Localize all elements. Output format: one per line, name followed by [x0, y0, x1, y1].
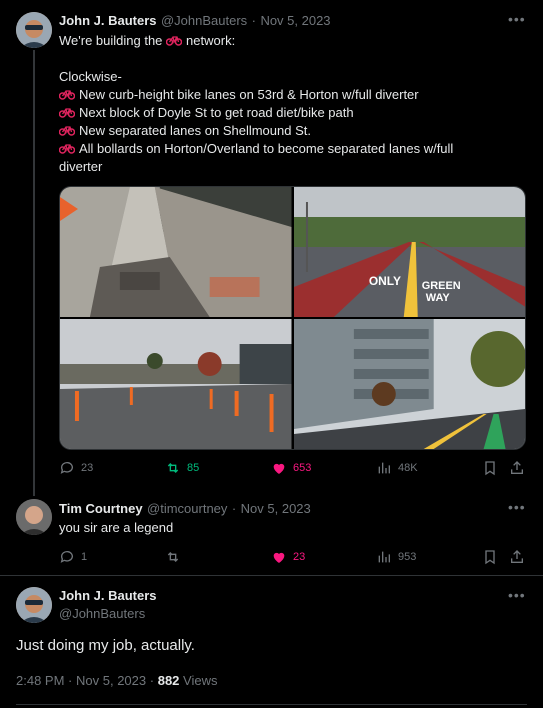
dot-separator: · — [68, 673, 73, 688]
street-marking: WAY — [425, 292, 450, 304]
author-handle[interactable]: @timcourtney — [147, 501, 227, 516]
tweet-date[interactable]: Nov 5, 2023 — [241, 501, 311, 516]
author-name[interactable]: Tim Courtney — [59, 501, 143, 516]
avatar-tim-courtney[interactable] — [16, 499, 52, 535]
like-button[interactable]: 23 — [271, 549, 305, 565]
like-icon — [273, 463, 285, 474]
reply-count: 23 — [81, 462, 94, 474]
photo-doyle-street[interactable] — [60, 319, 292, 449]
like-count: 23 — [293, 551, 306, 563]
clockwise-label: Clockwise- — [59, 69, 122, 84]
views-icon — [378, 462, 390, 474]
bike-emoji-icon — [59, 108, 75, 118]
bullet-item: All bollards on Horton/Overland to becom… — [79, 141, 454, 156]
main-tweet-text: Just doing my job, actually. — [16, 637, 195, 654]
share-icon — [511, 550, 523, 563]
tweet-date[interactable]: Nov 5, 2023 — [76, 673, 146, 688]
intro-after: network: — [186, 33, 236, 48]
intro-before: We're building the — [59, 33, 163, 48]
bullet-continuation: diverter — [59, 159, 103, 174]
reply-icon — [60, 462, 73, 474]
thread-line — [33, 50, 35, 496]
dot-separator: · — [149, 673, 155, 688]
street-marking: ONLY — [368, 274, 400, 288]
avatar-john-bauters[interactable] — [16, 587, 52, 623]
view-count: 882 — [157, 673, 180, 688]
reply-icon — [60, 551, 73, 563]
views-button[interactable]: 953 — [376, 549, 416, 565]
bike-emoji-icon — [59, 144, 75, 154]
bookmark-button[interactable] — [482, 460, 498, 476]
repost-button[interactable]: 85 — [165, 460, 199, 476]
repost-icon — [167, 552, 179, 562]
share-button[interactable] — [509, 549, 525, 565]
divider — [0, 575, 543, 576]
reply-text: you sir are a legend — [59, 520, 174, 535]
share-icon — [511, 461, 523, 474]
view-count: 953 — [398, 551, 417, 563]
like-icon — [273, 552, 285, 563]
tweet-text: We're building the network: Clockwise- N… — [59, 32, 509, 176]
bike-emoji-icon — [59, 90, 75, 100]
tweet-time[interactable]: 2:48 PM — [16, 673, 64, 688]
more-icon[interactable]: ••• — [508, 587, 526, 603]
repost-count: 85 — [187, 462, 200, 474]
more-icon[interactable]: ••• — [508, 499, 526, 515]
share-button[interactable] — [509, 460, 525, 476]
bullet-item: New separated lanes on Shellmound St. — [79, 123, 311, 138]
tweet-date[interactable]: Nov 5, 2023 — [260, 13, 330, 28]
photo-green-way[interactable]: ONLY GREEN WAY — [293, 187, 525, 317]
views-icon — [378, 551, 390, 563]
dot-separator: · — [231, 501, 237, 516]
bullet-item: Next block of Doyle St to get road diet/… — [79, 105, 354, 120]
like-button[interactable]: 653 — [271, 460, 311, 476]
views-button[interactable]: 48K — [376, 460, 418, 476]
reply-button[interactable]: 23 — [59, 460, 93, 476]
author-name[interactable]: John J. Bauters — [59, 588, 157, 603]
photo-construction[interactable] — [60, 187, 292, 317]
more-icon[interactable]: ••• — [508, 11, 526, 27]
like-count: 653 — [293, 462, 312, 474]
reply-count: 1 — [81, 551, 88, 563]
reply-button[interactable]: 1 — [59, 549, 87, 565]
repost-button[interactable] — [165, 549, 181, 565]
repost-icon — [167, 463, 179, 473]
bike-emoji-icon — [59, 126, 75, 136]
dot-separator: · — [251, 13, 256, 28]
bookmark-icon — [485, 550, 495, 565]
avatar-john-bauters[interactable] — [16, 12, 52, 48]
street-marking: GREEN — [421, 280, 460, 292]
bike-emoji-icon — [166, 36, 183, 46]
media-grid[interactable]: ONLY GREEN WAY — [59, 186, 526, 450]
view-count: 48K — [398, 462, 418, 474]
photo-shellmound[interactable] — [293, 319, 525, 449]
bullet-item: New curb-height bike lanes on 53rd & Hor… — [79, 87, 419, 102]
author-name[interactable]: John J. Bauters — [59, 13, 157, 28]
divider — [16, 704, 527, 705]
bookmark-button[interactable] — [482, 549, 498, 565]
author-handle[interactable]: @JohnBauters — [161, 13, 247, 28]
bookmark-icon — [485, 461, 495, 476]
author-handle[interactable]: @JohnBauters — [59, 606, 145, 621]
views-label: Views — [183, 673, 218, 688]
